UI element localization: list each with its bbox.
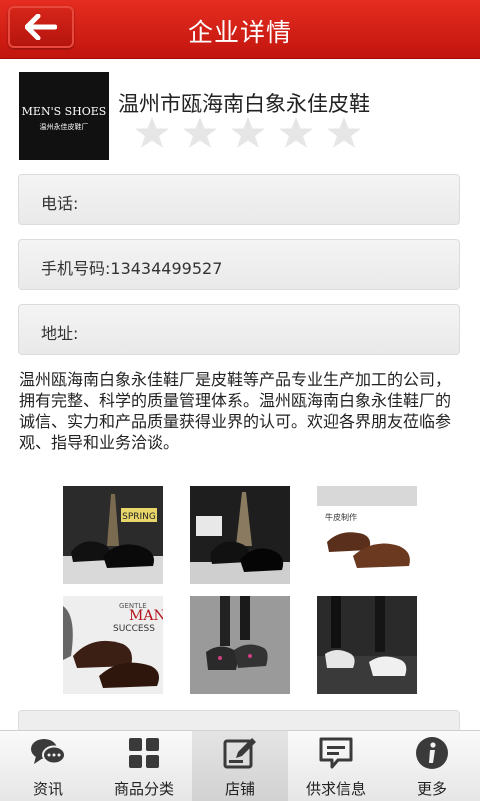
image-caption-success: SUCCESS [113,624,155,634]
tab-supply-demand[interactable]: 供求信息 [288,731,384,801]
star-icon [279,117,313,148]
image-caption-spring: SPRING [122,512,156,522]
bottom-tab-bar: 资讯 商品分类 店铺 供求信息 更多 [0,730,480,801]
tab-label: 供求信息 [305,780,366,798]
tab-label: 店铺 [224,780,255,798]
image-caption-leather: 牛皮制作 [325,512,357,522]
tab-label: 资讯 [32,780,63,798]
rating-stars [128,116,368,150]
tab-label: 商品分类 [113,780,174,798]
message-box-icon [319,737,353,769]
tab-label: 更多 [416,780,447,798]
phone-field[interactable]: 电话: [18,174,460,225]
mobile-field[interactable]: 手机号码:13434499527 [18,239,460,290]
mobile-label: 手机号码:13434499527 [41,259,223,278]
star-icon [231,117,265,148]
product-image-5[interactable] [190,596,290,694]
extra-info-field[interactable] [18,710,460,730]
header-bar: 企业详情 [0,0,480,59]
address-label: 地址: [41,324,79,343]
grid-icon [129,738,159,768]
product-image-2[interactable] [190,486,290,584]
product-image-1[interactable]: SPRING [63,486,163,584]
star-icon [183,117,217,148]
logo-text-en: MEN'S SHOES [21,105,107,118]
product-image-3[interactable]: 牛皮制作 [317,486,417,584]
product-image-4[interactable]: GENTLE MAN SUCCESS [63,596,163,694]
tab-news[interactable]: 资讯 [0,731,96,801]
address-field[interactable]: 地址: [18,304,460,355]
chat-bubbles-icon [31,739,66,765]
info-icon [416,737,448,769]
phone-label: 电话: [41,194,79,213]
company-name: 温州市瓯海南白象永佳皮鞋 [118,92,370,116]
star-icon [135,117,169,148]
content-area[interactable]: MEN'S SHOES 温州永佳皮鞋厂 温州市瓯海南白象永佳皮鞋 电话: 手机号… [0,58,480,730]
company-description: 温州瓯海南白象永佳鞋厂是皮鞋等产品专业生产加工的公司，拥有完整、科学的质量管理体… [19,370,452,452]
tab-categories[interactable]: 商品分类 [96,731,192,801]
logo-text-cn: 温州永佳皮鞋厂 [39,123,89,131]
edit-store-icon [223,738,256,769]
tab-more[interactable]: 更多 [384,731,480,801]
star-icon [327,117,361,148]
page-title: 企业详情 [187,18,292,47]
image-caption-man: MAN [129,608,163,624]
company-logo: MEN'S SHOES 温州永佳皮鞋厂 [19,72,109,160]
tab-store[interactable]: 店铺 [192,731,288,801]
product-image-6[interactable] [317,596,417,694]
